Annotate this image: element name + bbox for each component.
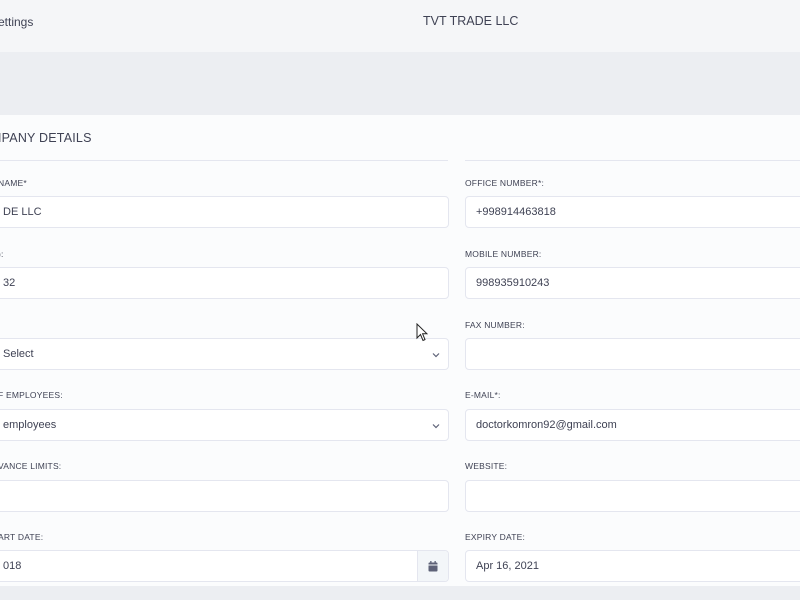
mobile-number-value: 998935910243 [476,277,550,289]
bottom-strip [0,586,800,600]
start-date-value: 018 [3,560,22,572]
company-name-label: NAME* [0,178,27,188]
divider-right [465,160,800,161]
website-input[interactable] [465,480,800,512]
website-label: WEBSITE: [465,461,508,471]
tax-id-input[interactable]: 32 [0,267,449,299]
office-number-value: +998914463818 [476,206,556,218]
fax-number-input[interactable] [465,338,800,370]
calendar-button[interactable] [417,551,448,581]
employees-label: F EMPLOYEES: [0,390,63,400]
office-number-label: OFFICE NUMBER*: [465,178,545,188]
office-number-input[interactable]: +998914463818 [465,196,800,228]
chevron-down-icon [432,353,440,358]
start-date-label: ART DATE: [0,532,44,542]
chevron-down-icon [432,424,440,429]
email-input[interactable]: doctorkomron92@gmail.com [465,409,800,441]
employees-select[interactable]: employees [0,409,449,441]
fax-number-label: FAX NUMBER: [465,320,525,330]
divider-left [0,160,448,161]
company-name-input[interactable]: DE LLC [0,196,449,228]
expiry-date-value: Apr 16, 2021 [476,560,539,572]
company-name-value: DE LLC [3,206,42,218]
calendar-icon [428,560,438,571]
expiry-date-input[interactable]: Apr 16, 2021 [465,550,800,582]
section-title: IPANY DETAILS [0,131,92,145]
advance-limits-label: VANCE LIMITS: [0,461,62,471]
email-value: doctorkomron92@gmail.com [476,419,617,431]
start-date-input[interactable]: 018 [0,550,449,582]
type-select-value: Select [3,348,34,360]
top-header: ettings TVT TRADE LLC [0,0,800,52]
advance-limits-input[interactable] [0,480,449,512]
email-label: E-MAIL*: [465,390,501,400]
breadcrumb-settings[interactable]: ettings [0,15,33,29]
tax-id-label: ): [0,249,4,259]
type-select[interactable]: Select [0,338,449,370]
tax-id-value: 32 [3,277,16,289]
mobile-number-label: MOBILE NUMBER: [465,249,542,259]
employees-select-value: employees [3,419,57,431]
mobile-number-input[interactable]: 998935910243 [465,267,800,299]
company-name-title: TVT TRADE LLC [423,14,519,28]
header-band [0,52,800,115]
expiry-date-label: EXPIRY DATE: [465,532,526,542]
mouse-pointer-icon [416,323,428,342]
